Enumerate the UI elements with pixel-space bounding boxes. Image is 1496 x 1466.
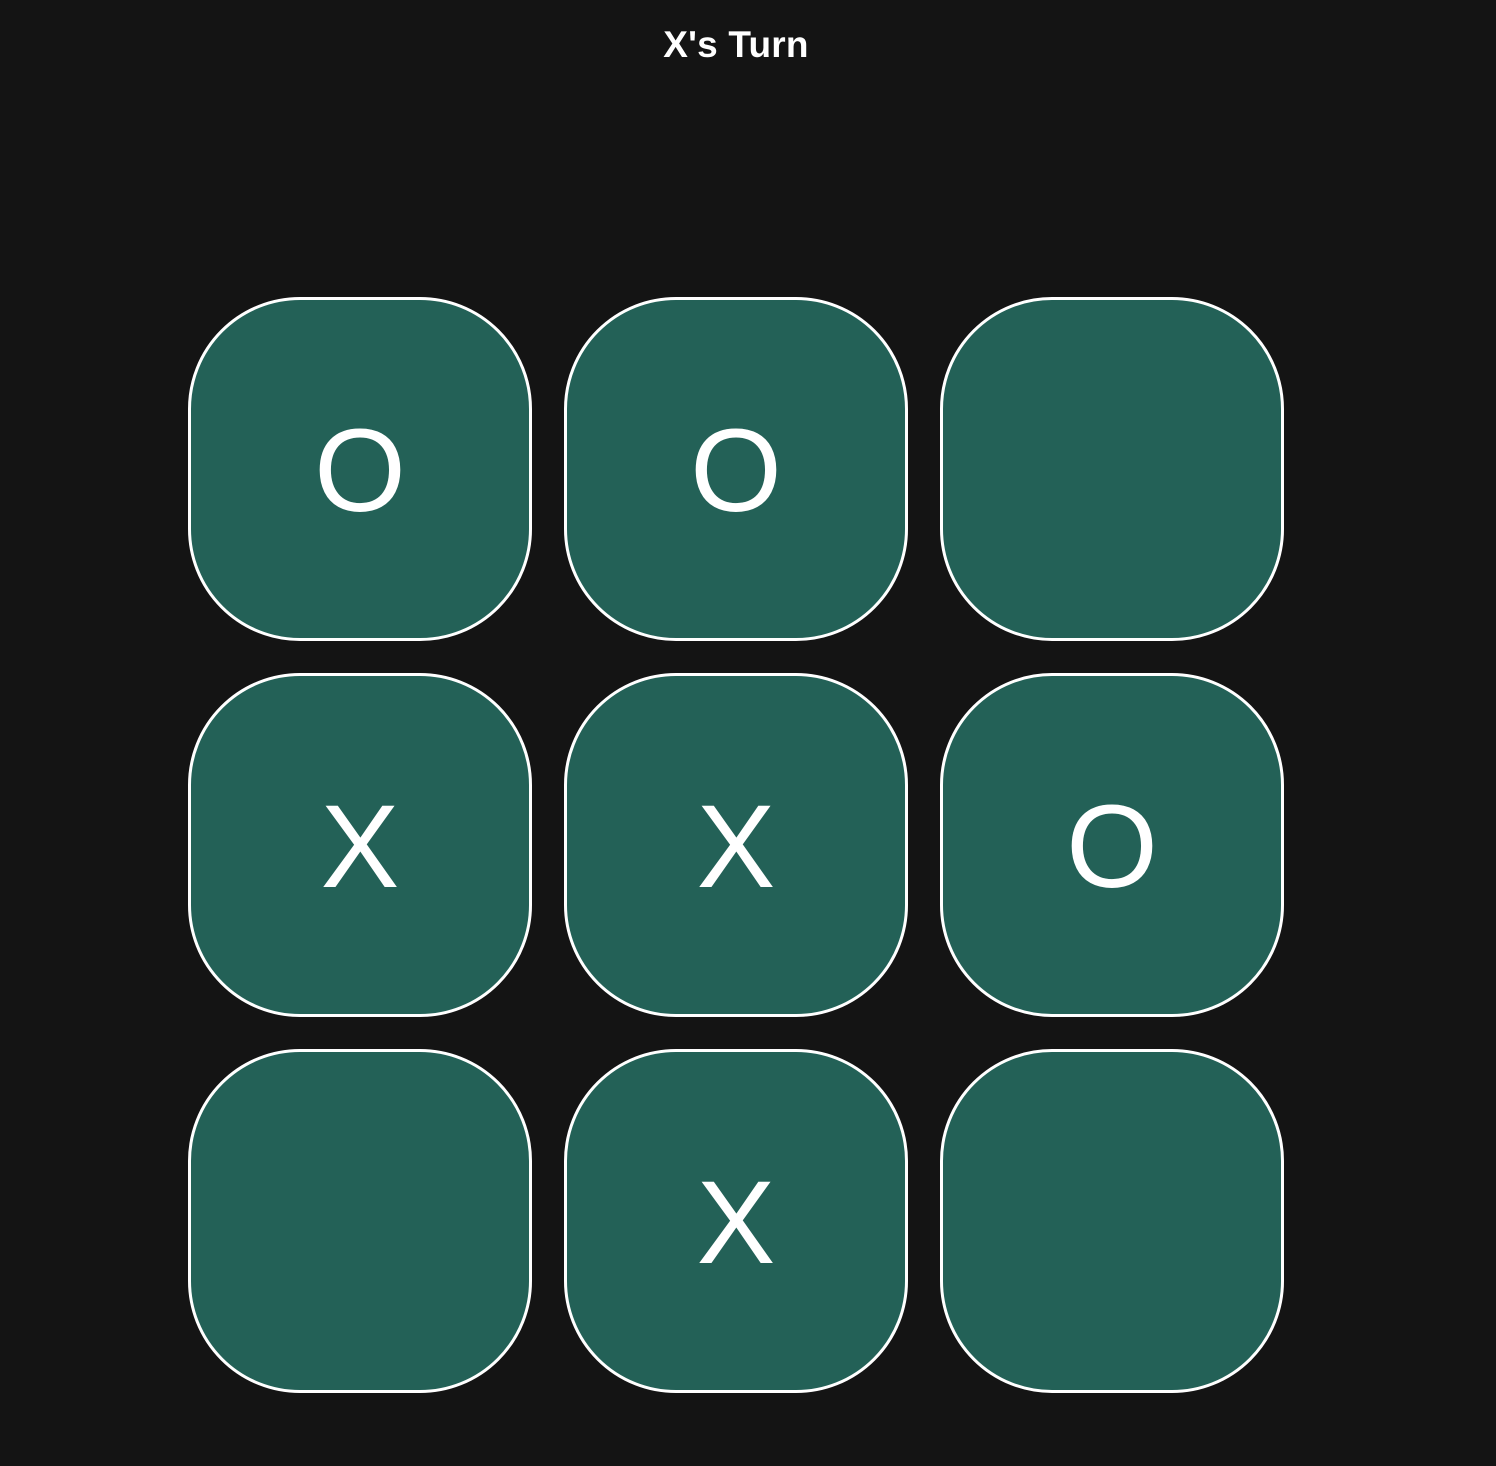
- cell-mark: X: [696, 1157, 776, 1289]
- cell-mark: O: [690, 405, 782, 537]
- tic-tac-toe-app: X's Turn O O X X O X: [0, 0, 1496, 1466]
- game-board: O O X X O X: [188, 297, 1284, 1393]
- cell-mark: O: [1066, 781, 1158, 913]
- board-cell-r2-c1[interactable]: X: [188, 673, 532, 1017]
- cell-mark: X: [696, 781, 776, 913]
- turn-indicator: X's Turn: [663, 24, 809, 65]
- board-cell-r2-c3[interactable]: O: [940, 673, 1284, 1017]
- board-cell-r1-c1[interactable]: O: [188, 297, 532, 641]
- board-cell-r1-c2[interactable]: O: [564, 297, 908, 641]
- board-cell-r3-c2[interactable]: X: [564, 1049, 908, 1393]
- board-cell-r1-c3[interactable]: [940, 297, 1284, 641]
- board-cell-r2-c2[interactable]: X: [564, 673, 908, 1017]
- board-cell-r3-c1[interactable]: [188, 1049, 532, 1393]
- cell-mark: O: [314, 405, 406, 537]
- board-cell-r3-c3[interactable]: [940, 1049, 1284, 1393]
- cell-mark: X: [320, 781, 400, 913]
